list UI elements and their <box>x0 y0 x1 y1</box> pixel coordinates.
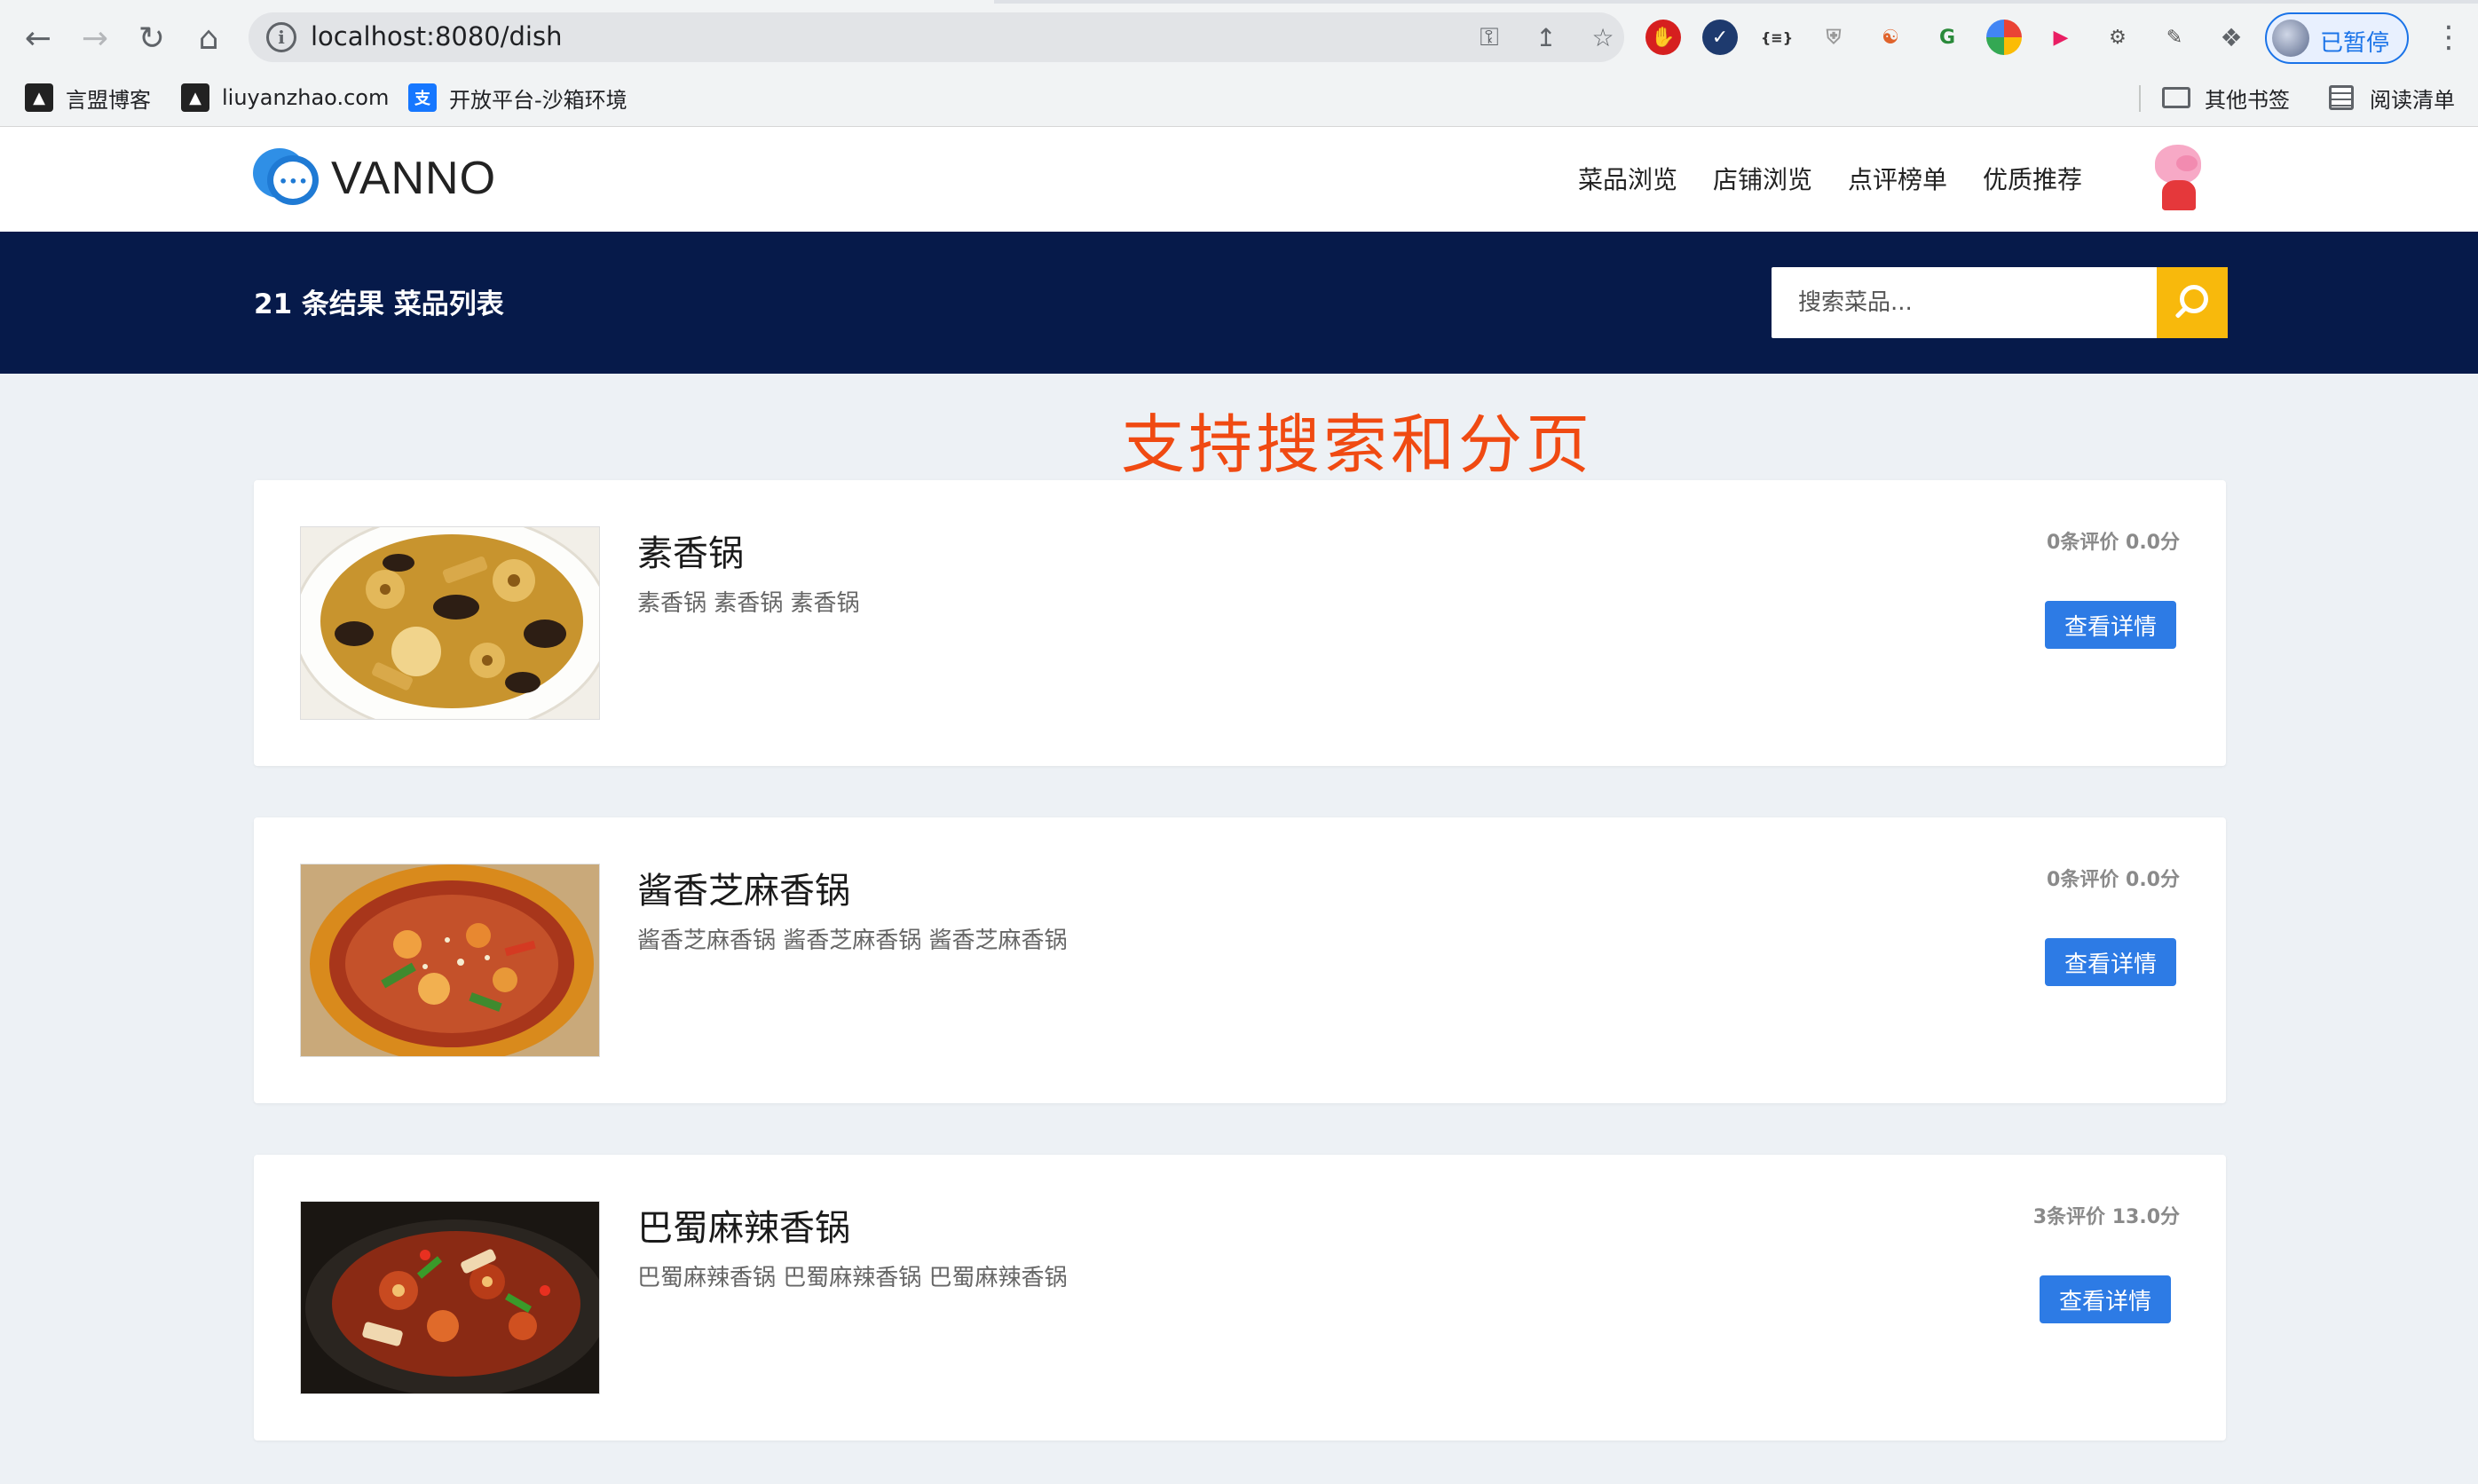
feature-annotation: 支持搜索和分页 <box>1121 407 1594 482</box>
main-nav: 菜品浏览 店铺浏览 点评榜单 优质推荐 <box>1578 161 2082 196</box>
bookmarks-bar: ▲ 言盟博客 ▲ liuyanzhao.com 支 开放平台-沙箱环境 其他书签… <box>0 71 2478 127</box>
alipay-icon: 支 <box>408 83 437 112</box>
folder-icon <box>2162 87 2190 108</box>
key-icon[interactable]: ⚿ <box>1472 20 1507 55</box>
dish-card: 巴蜀麻辣香锅 巴蜀麻辣香锅 巴蜀麻辣香锅 巴蜀麻辣香锅 3条评价 13.0分 查… <box>254 1155 2226 1441</box>
nav-recommendations[interactable]: 优质推荐 <box>1983 161 2082 196</box>
bookmark-divider <box>2139 85 2141 112</box>
dish-rating-stats: 0条评价 0.0分 <box>2047 532 2180 554</box>
lighthouse-icon: ▲ <box>181 83 209 112</box>
user-avatar[interactable] <box>2150 145 2206 212</box>
reading-list-label: 阅读清单 <box>2370 87 2455 113</box>
reload-icon[interactable]: ↻ <box>130 16 174 60</box>
adblock-extension-icon[interactable]: ✋ <box>1645 20 1681 55</box>
site-info-icon[interactable]: i <box>266 22 296 52</box>
other-bookmarks-label: 其他书签 <box>2205 87 2290 113</box>
search-bar <box>1772 267 2228 338</box>
browser-menu-icon[interactable]: ⋮ <box>2434 20 2464 55</box>
reading-list-icon <box>2329 85 2354 110</box>
home-icon[interactable]: ⌂ <box>186 16 231 60</box>
share-icon[interactable]: ↥ <box>1528 20 1564 55</box>
browser-toolbar: ← → ↻ ⌂ i localhost:8080/dish ⚿ ↥ ☆ ✋ ✓ … <box>0 4 2478 71</box>
puzzle-extensions-icon[interactable]: ❖ <box>2214 20 2249 55</box>
bookmark-label: 开放平台-沙箱环境 <box>449 87 627 113</box>
search-button[interactable] <box>2157 267 2228 338</box>
address-bar[interactable]: i localhost:8080/dish ⚿ ↥ ☆ <box>249 12 1624 62</box>
bookmark-item[interactable]: ▲ liuyanzhao.com <box>181 80 389 115</box>
results-title: 21 条结果 菜品列表 <box>254 288 504 320</box>
site-header: ••• VANNO 菜品浏览 店铺浏览 点评榜单 优质推荐 <box>0 127 2478 232</box>
eyedropper-extension-icon[interactable]: ✎ <box>2157 20 2192 55</box>
film-extension-icon[interactable]: ⚙ <box>2100 20 2135 55</box>
url-text[interactable]: localhost:8080/dish <box>311 21 562 51</box>
view-details-button[interactable]: 查看详情 <box>2039 1275 2171 1323</box>
dish-card: 素香锅 素香锅 素香锅 素香锅 0条评价 0.0分 查看详情 <box>254 480 2226 766</box>
dish-image[interactable] <box>300 1201 600 1394</box>
dish-image[interactable] <box>300 526 600 720</box>
grammarly-extension-icon[interactable]: G <box>1930 20 1965 55</box>
search-input[interactable] <box>1772 267 2157 338</box>
dish-description: 素香锅 素香锅 素香锅 <box>637 590 860 617</box>
play-extension-icon[interactable]: ▶ <box>2043 20 2079 55</box>
lighthouse-icon: ▲ <box>25 83 53 112</box>
view-details-button[interactable]: 查看详情 <box>2044 938 2176 986</box>
color-extension-icon[interactable] <box>1986 20 2022 55</box>
results-banner: 21 条结果 菜品列表 <box>0 232 2478 374</box>
dish-name[interactable]: 素香锅 <box>637 525 744 576</box>
dish-card: 酱香芝麻香锅 酱香芝麻香锅 酱香芝麻香锅 酱香芝麻香锅 0条评价 0.0分 查看… <box>254 817 2226 1103</box>
dish-rating-stats: 0条评价 0.0分 <box>2047 869 2180 891</box>
json-extension-icon[interactable]: {≡} <box>1759 20 1795 55</box>
bookmark-item[interactable]: ▲ 言盟博客 <box>25 80 151 115</box>
search-icon <box>2173 283 2212 322</box>
site-logo[interactable]: ••• VANNO <box>253 145 496 212</box>
profile-button[interactable]: 已暂停 <box>2265 12 2409 64</box>
profile-status-label: 已暂停 <box>2320 30 2390 57</box>
dish-image[interactable] <box>300 864 600 1057</box>
shield-extension-icon[interactable]: ⛨ <box>1816 20 1851 55</box>
back-icon[interactable]: ← <box>16 16 60 60</box>
nav-dish-browse[interactable]: 菜品浏览 <box>1578 161 1677 196</box>
bookmark-label: 言盟博客 <box>66 87 151 113</box>
dish-rating-stats: 3条评价 13.0分 <box>2032 1206 2180 1228</box>
dish-description: 巴蜀麻辣香锅 巴蜀麻辣香锅 巴蜀麻辣香锅 <box>637 1265 1068 1291</box>
dish-name[interactable]: 巴蜀麻辣香锅 <box>637 1199 850 1251</box>
bookmark-item[interactable]: 支 开放平台-沙箱环境 <box>408 80 627 115</box>
check-extension-icon[interactable]: ✓ <box>1702 20 1738 55</box>
bookmark-label: liuyanzhao.com <box>222 85 390 110</box>
view-details-button[interactable]: 查看详情 <box>2044 601 2176 649</box>
sitemap-extension-icon[interactable]: ☯ <box>1873 20 1908 55</box>
nav-review-ranking[interactable]: 点评榜单 <box>1848 161 1947 196</box>
browser-chrome: ← → ↻ ⌂ i localhost:8080/dish ⚿ ↥ ☆ ✋ ✓ … <box>0 0 2478 127</box>
other-bookmarks[interactable]: 其他书签 <box>2162 80 2290 115</box>
logo-text: VANNO <box>331 153 497 204</box>
nav-shop-browse[interactable]: 店铺浏览 <box>1713 161 1812 196</box>
reading-list[interactable]: 阅读清单 <box>2329 80 2455 115</box>
dish-description: 酱香芝麻香锅 酱香芝麻香锅 酱香芝麻香锅 <box>637 928 1068 954</box>
profile-avatar <box>2272 20 2309 57</box>
chat-bubble-logo-icon: ••• <box>253 146 322 210</box>
forward-icon[interactable]: → <box>73 16 117 60</box>
bookmark-star-icon[interactable]: ☆ <box>1585 20 1621 55</box>
dish-name[interactable]: 酱香芝麻香锅 <box>637 862 850 913</box>
